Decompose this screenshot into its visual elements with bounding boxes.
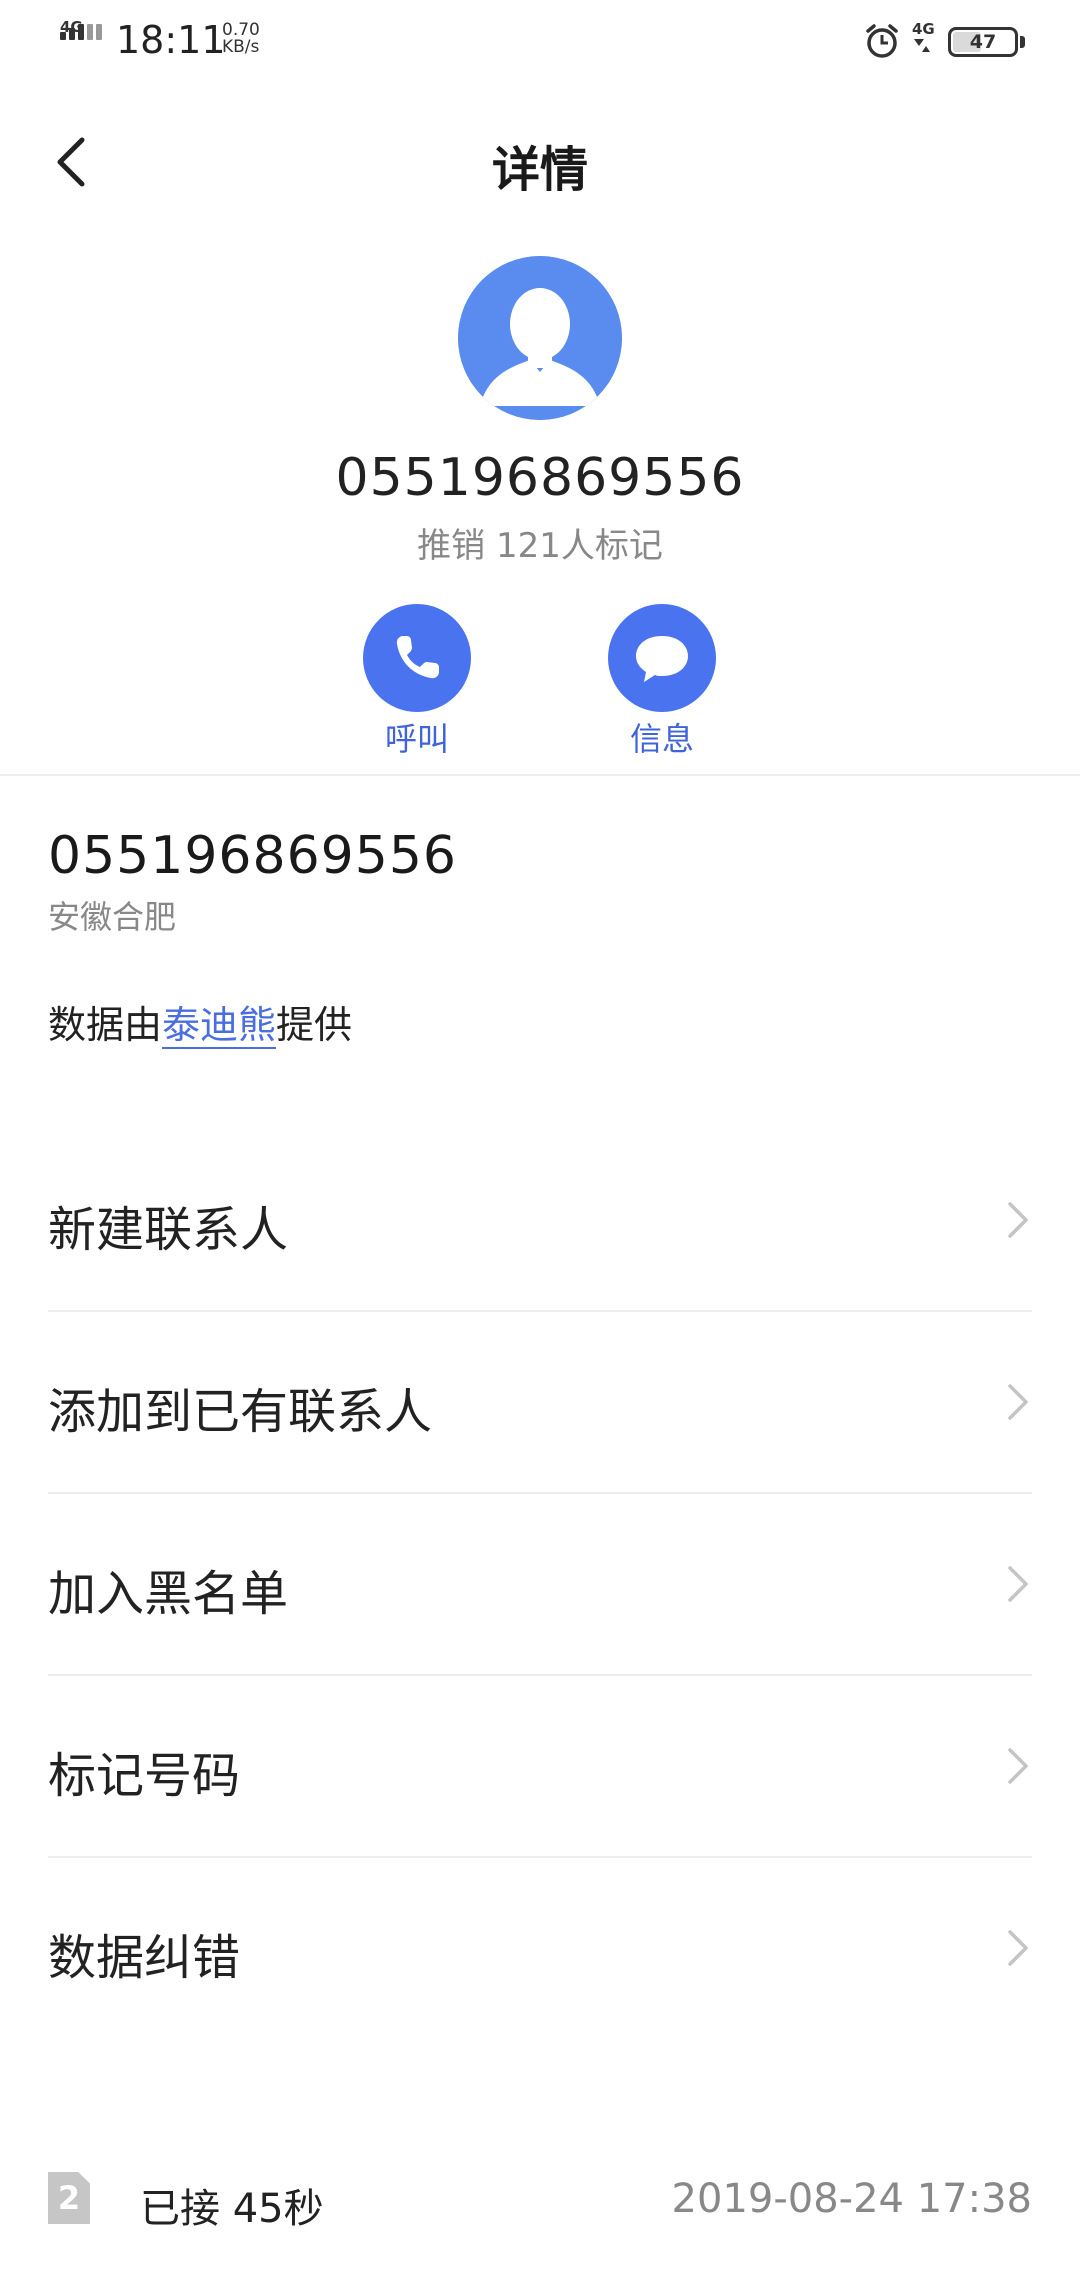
sim-card-icon: 2 — [48, 2172, 90, 2224]
menu-item-data-correction[interactable]: 数据纠错 — [48, 1858, 1032, 2040]
call-status: 已接 45秒 — [140, 2186, 324, 2232]
message-button-label: 信息 — [629, 720, 694, 758]
phone-icon — [396, 636, 439, 679]
chevron-right-icon — [1008, 1566, 1028, 1602]
menu-item-add-to-existing[interactable]: 添加到已有联系人 — [48, 1312, 1032, 1494]
battery-percentage: 47 — [969, 31, 997, 53]
person-silhouette-icon — [458, 256, 622, 420]
battery-icon: 47 — [948, 27, 1018, 57]
status-bar: 4G 18:11 0.70 KB/s 4G 47 — [0, 0, 1080, 84]
info-location: 安徽合肥 — [48, 898, 177, 936]
alarm-icon — [866, 24, 898, 58]
network-speed-unit: KB/s — [222, 37, 260, 57]
section-divider — [0, 774, 1080, 776]
avatar — [458, 256, 622, 420]
call-button-label: 呼叫 — [384, 720, 449, 758]
chat-bubble-icon — [636, 636, 688, 682]
provider-prefix: 数据由 — [48, 1003, 163, 1047]
menu-item-label: 加入黑名单 — [48, 1566, 289, 1622]
menu-item-mark-number[interactable]: 标记号码 — [48, 1676, 1032, 1858]
battery-tip — [1020, 36, 1025, 48]
chevron-right-icon — [1008, 1748, 1028, 1784]
spam-tag-label: 推销 121人标记 — [417, 526, 663, 566]
contact-detail-page: 4G 18:11 0.70 KB/s 4G 47 详情 055196869556… — [0, 0, 1080, 2280]
call-datetime: 2019-08-24 17:38 — [671, 2176, 1032, 2222]
info-phone-number[interactable]: 055196869556 — [48, 826, 457, 886]
data-arrows-icon — [914, 39, 930, 52]
menu-item-blacklist[interactable]: 加入黑名单 — [48, 1494, 1032, 1676]
call-button[interactable]: 呼叫 — [347, 604, 487, 764]
menu-item-label: 新建联系人 — [48, 1202, 289, 1258]
action-menu: 新建联系人 添加到已有联系人 加入黑名单 标记号码 数据纠错 — [48, 1130, 1032, 2040]
page-title: 详情 — [491, 142, 588, 198]
provider-link[interactable]: 泰迪熊 — [162, 1003, 277, 1049]
call-log-entry[interactable]: 2 已接 45秒 2019-08-24 17:38 — [48, 2168, 1032, 2238]
menu-item-label: 标记号码 — [48, 1748, 241, 1804]
network-speed: 0.70 KB/s — [222, 22, 260, 56]
network-type-right-label: 4G — [912, 20, 935, 38]
data-provider-text: 数据由泰迪熊提供 — [48, 994, 352, 1049]
menu-item-label: 添加到已有联系人 — [48, 1384, 433, 1440]
chevron-right-icon — [1008, 1202, 1028, 1238]
header-phone-number: 055196869556 — [335, 448, 745, 508]
menu-item-new-contact[interactable]: 新建联系人 — [48, 1130, 1032, 1312]
message-button[interactable]: 信息 — [592, 604, 732, 764]
sim-slot-number: 2 — [57, 2179, 81, 2217]
call-button-circle — [363, 604, 471, 712]
provider-suffix: 提供 — [276, 1003, 353, 1047]
message-button-circle — [608, 604, 716, 712]
chevron-right-icon — [1008, 1384, 1028, 1420]
network-type-right: 4G — [912, 22, 935, 56]
menu-item-label: 数据纠错 — [48, 1930, 241, 1986]
chevron-right-icon — [1008, 1930, 1028, 1966]
status-time: 18:11 — [116, 18, 226, 62]
title-bar: 详情 — [0, 110, 1080, 210]
